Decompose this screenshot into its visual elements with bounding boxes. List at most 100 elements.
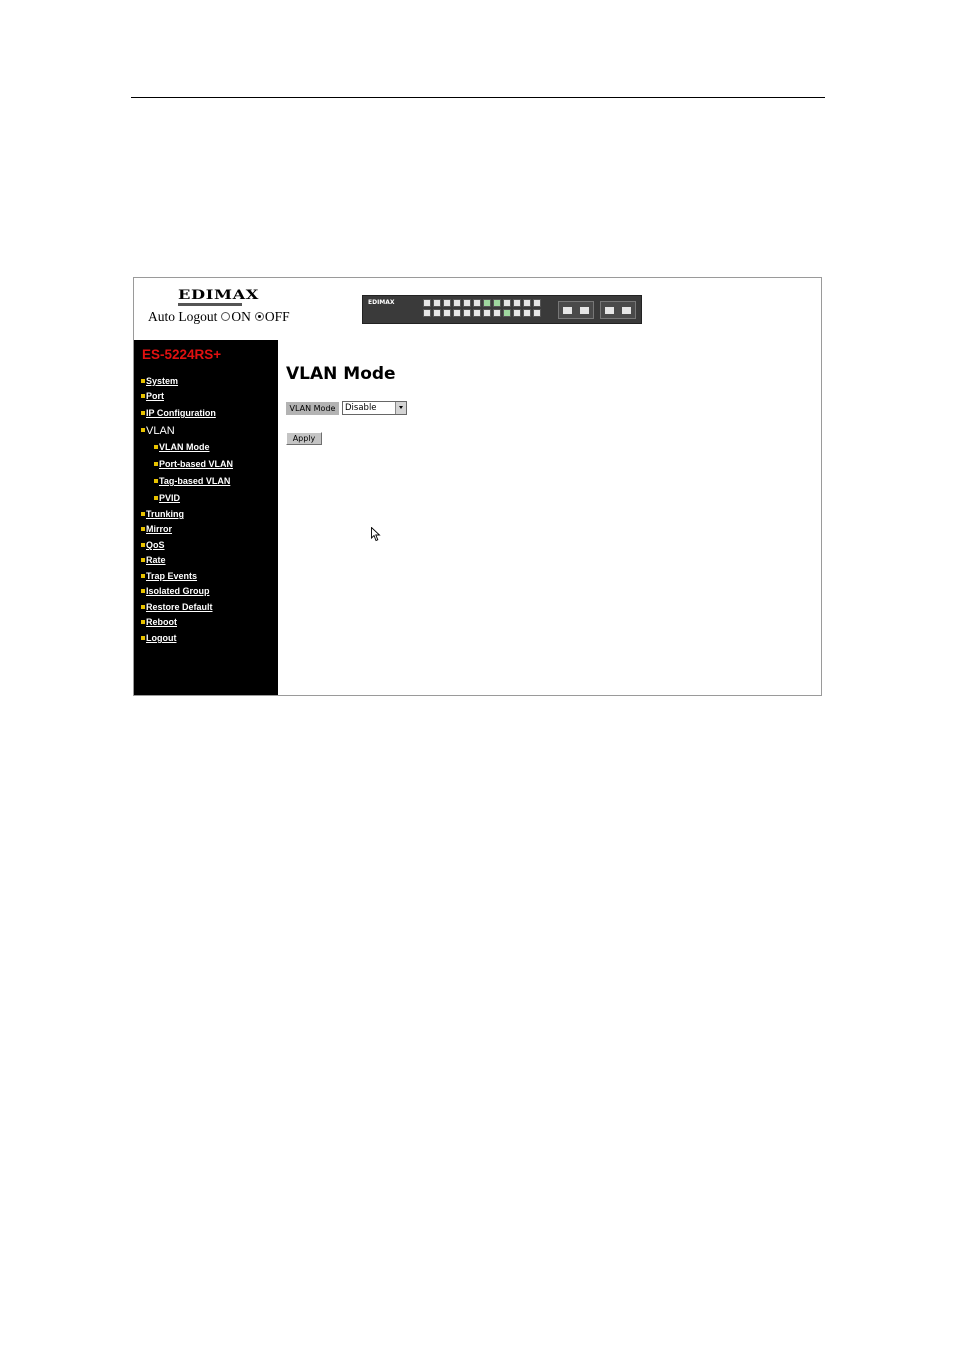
sidebar-item-ip-configuration[interactable]: IP Configuration (141, 408, 216, 418)
sidebar-item-vlan[interactable]: VLAN (141, 425, 175, 437)
port-icon (493, 309, 501, 317)
port-icon (443, 299, 451, 307)
sidebar-item-label: Port (146, 391, 164, 401)
port-icon (503, 299, 511, 307)
bullet-icon (154, 478, 158, 483)
port-icon (503, 309, 511, 317)
switch-web-ui-screenshot: EDIMAX Auto Logout ON OFF EDIMAX ES-5224RS… (133, 277, 822, 696)
logo-tagline-bar (178, 303, 242, 306)
bullet-icon (141, 526, 145, 531)
sidebar-item-label: Restore Default (146, 602, 213, 612)
device-brand-label: EDIMAX (368, 299, 395, 306)
port-icon (523, 299, 531, 307)
port-icon (533, 309, 541, 317)
sidebar-item-mirror[interactable]: Mirror (141, 524, 172, 534)
port-icon (493, 299, 501, 307)
port-icon (473, 299, 481, 307)
bullet-icon (154, 495, 158, 500)
port-icon (533, 299, 541, 307)
sidebar-item-pvid[interactable]: PVID (154, 493, 180, 503)
sidebar-item-reboot[interactable]: Reboot (141, 617, 177, 627)
sidebar-item-label: Trap Events (146, 571, 198, 581)
bullet-icon (141, 588, 145, 593)
sidebar-item-port-based-vlan[interactable]: Port-based VLAN (154, 459, 233, 469)
sidebar-item-label: Tag-based VLAN (159, 476, 231, 486)
port-icon (513, 299, 521, 307)
sfp-slot-2 (600, 301, 636, 319)
bullet-icon (141, 604, 145, 609)
bullet-icon (141, 542, 145, 547)
sidebar-item-port[interactable]: Port (141, 391, 164, 401)
sidebar-nav: ES-5224RS+ System Port IP Configuration VLA… (134, 340, 278, 695)
port-icon (453, 299, 461, 307)
bullet-icon (154, 461, 158, 466)
bullet-icon (141, 511, 145, 516)
sidebar-item-label: PVID (159, 493, 181, 503)
logo-wordmark: EDIMAX (178, 288, 260, 303)
port-icon (513, 309, 521, 317)
port-icon (433, 299, 441, 307)
port-icon (463, 299, 471, 307)
sidebar-item-label: Logout (146, 633, 177, 643)
auto-logout-on-label: ON (231, 308, 251, 324)
port-icon (483, 309, 491, 317)
bullet-icon (141, 428, 145, 433)
bullet-icon (141, 619, 145, 624)
sidebar-item-label: QoS (146, 540, 165, 550)
sidebar-item-label: Reboot (146, 617, 177, 627)
sidebar-item-label: VLAN Mode (159, 442, 210, 452)
sidebar-item-tag-based-vlan[interactable]: Tag-based VLAN (154, 476, 230, 486)
vlan-mode-label: VLAN Mode (286, 402, 339, 415)
sidebar-item-qos[interactable]: QoS (141, 540, 165, 550)
port-icon (483, 299, 491, 307)
port-icon (473, 309, 481, 317)
sidebar-item-label: Trunking (146, 509, 184, 519)
sidebar-item-trap-events[interactable]: Trap Events (141, 571, 197, 581)
auto-logout-off-radio[interactable] (254, 312, 264, 322)
sidebar-item-restore-default[interactable]: Restore Default (141, 602, 213, 612)
model-name: ES-5224RS+ (142, 347, 222, 362)
vlan-mode-select[interactable]: Disable (342, 401, 407, 415)
mouse-cursor-icon (371, 527, 381, 542)
bullet-icon (141, 573, 145, 578)
sfp-slot-1 (558, 301, 594, 319)
edimax-logo: EDIMAX (178, 288, 258, 306)
bullet-icon (154, 444, 158, 449)
port-icon (463, 309, 471, 317)
port-icon (423, 309, 431, 317)
sidebar-item-label: VLAN (146, 425, 175, 437)
bullet-icon (141, 378, 145, 383)
bullet-icon (141, 410, 145, 415)
port-icon (433, 309, 441, 317)
vlan-mode-select-value: Disable (345, 403, 377, 413)
sidebar-item-trunking[interactable]: Trunking (141, 509, 184, 519)
page-header-rule (131, 97, 825, 98)
sidebar-item-label: Rate (146, 555, 166, 565)
port-grid (423, 299, 542, 317)
sidebar-item-label: IP Configuration (146, 408, 216, 418)
sidebar-item-rate[interactable]: Rate (141, 555, 166, 565)
auto-logout-on-radio[interactable] (221, 312, 231, 322)
port-icon (523, 309, 531, 317)
bullet-icon (141, 635, 145, 640)
port-icon (423, 299, 431, 307)
sidebar-item-label: Isolated Group (146, 586, 210, 596)
sidebar-item-system[interactable]: System (141, 376, 178, 386)
page-title: VLAN Mode (286, 364, 396, 384)
sidebar-item-label: Port-based VLAN (159, 459, 234, 469)
switch-front-panel-image: EDIMAX (362, 295, 642, 324)
port-icon (443, 309, 451, 317)
apply-button[interactable]: Apply (286, 432, 322, 445)
bullet-icon (141, 393, 145, 398)
auto-logout-control: Auto Logout ON OFF (148, 308, 290, 325)
port-icon (453, 309, 461, 317)
auto-logout-off-label: OFF (264, 308, 290, 324)
sidebar-item-isolated-group[interactable]: Isolated Group (141, 586, 210, 596)
sidebar-item-label: Mirror (146, 524, 173, 534)
bullet-icon (141, 557, 145, 562)
auto-logout-label: Auto Logout (148, 308, 218, 324)
sidebar-item-label: System (146, 376, 179, 386)
sidebar-item-logout[interactable]: Logout (141, 633, 177, 643)
sidebar-item-vlan-mode[interactable]: VLAN Mode (154, 442, 210, 452)
chevron-down-icon[interactable] (395, 402, 406, 414)
